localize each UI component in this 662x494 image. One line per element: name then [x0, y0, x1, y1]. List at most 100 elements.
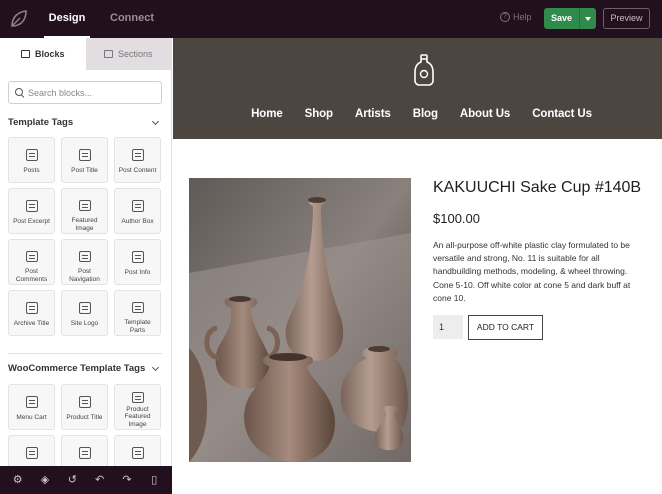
block-label: Featured Image: [71, 217, 98, 233]
post-info-icon: [131, 251, 144, 263]
price-tag-icon: [78, 447, 91, 459]
tab-connect-label: Connect: [110, 12, 154, 24]
post-content-icon: [131, 149, 144, 161]
post-excerpt-icon: [25, 200, 38, 212]
section-divider: [8, 353, 162, 354]
product-featured-image[interactable]: [189, 178, 411, 462]
nav-link-about-us[interactable]: About Us: [460, 108, 510, 120]
tab-sections[interactable]: Sections: [85, 38, 171, 70]
featured-image-icon: [78, 200, 91, 212]
sections-icon: [103, 50, 113, 58]
block-posts[interactable]: Posts: [8, 137, 55, 183]
block-product-price[interactable]: [61, 435, 108, 466]
block-label: Post Content: [118, 167, 157, 174]
cart-icon: [25, 447, 38, 459]
help-link[interactable]: ? Help: [500, 12, 532, 22]
help-circle-icon: ?: [500, 12, 510, 22]
product-title[interactable]: KAKUUCHI Sake Cup #140B: [433, 179, 641, 197]
block-post-content[interactable]: Post Content: [114, 137, 161, 183]
nav-link-contact-us[interactable]: Contact Us: [532, 108, 592, 120]
block-archive-title[interactable]: Archive Title: [8, 290, 55, 336]
block-post-navigation[interactable]: Post Navigation: [61, 239, 108, 285]
add-to-cart-button[interactable]: ADD TO CART: [468, 315, 543, 340]
block-template-parts[interactable]: Template Parts: [114, 290, 161, 336]
tab-design-label: Design: [48, 12, 86, 24]
woocommerce-tags-header[interactable]: WooCommerce Template Tags: [8, 363, 162, 374]
block-label: Product Title: [66, 414, 103, 421]
chevron-down-icon: [585, 16, 591, 21]
archive-title-icon: [25, 302, 38, 314]
product-meta-icon: [131, 447, 144, 459]
nav-link-artists[interactable]: Artists: [355, 108, 391, 120]
save-options-dropdown[interactable]: [579, 8, 596, 29]
block-label: Post Navigation: [69, 268, 100, 284]
tab-blocks[interactable]: Blocks: [0, 38, 86, 70]
menu-cart-icon: [25, 396, 38, 408]
template-tags-header[interactable]: Template Tags: [8, 117, 162, 128]
blocks-icon: [20, 50, 30, 58]
site-header[interactable]: Home Shop Artists Blog About Us Contact …: [173, 38, 662, 139]
nav-link-blog[interactable]: Blog: [413, 108, 438, 120]
block-label: Template Parts: [124, 319, 151, 335]
bottle-logo-icon: [414, 54, 434, 86]
site-logo-icon: [78, 302, 91, 314]
block-menu-cart[interactable]: Menu Cart: [8, 384, 55, 430]
product-price[interactable]: $100.00: [433, 211, 480, 226]
preview-button[interactable]: Preview: [603, 8, 650, 29]
ceramic-vases-image: [189, 178, 411, 462]
block-add-to-cart[interactable]: [8, 435, 55, 466]
quantity-input[interactable]: 1: [433, 315, 463, 339]
template-parts-icon: [131, 302, 144, 314]
block-post-excerpt[interactable]: Post Excerpt: [8, 188, 55, 234]
post-title-icon: [78, 149, 91, 161]
tab-blocks-label: Blocks: [34, 49, 65, 59]
block-post-comments[interactable]: Post Comments: [8, 239, 55, 285]
mobile-preview-icon[interactable]: ▯: [147, 473, 161, 487]
bottom-toolbar: ⚙ ◈ ↺ ↶ ↷ ▯: [0, 466, 172, 494]
search-icon: [15, 88, 24, 97]
product-featured-image-icon: [131, 392, 144, 403]
block-label: Archive Title: [13, 320, 50, 327]
page-canvas: Home Shop Artists Blog About Us Contact …: [173, 38, 662, 494]
save-button[interactable]: Save: [544, 8, 596, 29]
chevron-down-icon: [151, 363, 160, 371]
block-label: Post Title: [71, 167, 98, 174]
posts-icon: [25, 149, 38, 161]
block-post-info[interactable]: Post Info: [114, 239, 161, 285]
redo-icon[interactable]: ↷: [120, 473, 134, 487]
block-product-meta[interactable]: [114, 435, 161, 466]
block-author-box[interactable]: Author Box: [114, 188, 161, 234]
product-title-icon: [78, 396, 91, 408]
section-title: Template Tags: [8, 117, 74, 128]
top-bar: Design Connect ? Help Save Preview: [0, 0, 662, 38]
block-label: Product Featured Image: [124, 405, 151, 429]
chevron-down-icon: [151, 117, 160, 125]
help-label: Help: [513, 12, 532, 22]
block-label: Posts: [23, 167, 40, 174]
tab-design[interactable]: Design: [36, 0, 98, 38]
site-navigation: Home Shop Artists Blog About Us Contact …: [173, 108, 662, 120]
block-label: Author Box: [121, 218, 154, 225]
block-featured-image[interactable]: Featured Image: [61, 188, 108, 234]
sidebar-tabs: Blocks Sections: [0, 38, 171, 70]
block-label: Post Comments: [15, 268, 48, 284]
block-post-title[interactable]: Post Title: [61, 137, 108, 183]
block-label: Menu Cart: [16, 414, 47, 421]
block-label: Post Info: [124, 269, 151, 276]
tab-connect[interactable]: Connect: [104, 0, 160, 38]
block-product-featured-image[interactable]: Product Featured Image: [114, 384, 161, 430]
search-input[interactable]: [28, 87, 158, 98]
nav-link-shop[interactable]: Shop: [305, 108, 333, 120]
history-icon[interactable]: ↺: [65, 473, 79, 487]
sidebar: Blocks Sections Template Tags Posts Post…: [0, 38, 172, 466]
block-product-title[interactable]: Product Title: [61, 384, 108, 430]
woocommerce-tags-grid: Menu Cart Product Title Product Featured…: [8, 384, 162, 466]
author-box-icon: [131, 200, 144, 212]
layers-icon[interactable]: ◈: [38, 473, 52, 487]
nav-link-home[interactable]: Home: [251, 108, 283, 120]
product-description[interactable]: An all-purpose off-white plastic clay fo…: [433, 239, 643, 305]
save-label: Save: [550, 13, 573, 23]
undo-icon[interactable]: ↶: [93, 473, 107, 487]
block-site-logo[interactable]: Site Logo: [61, 290, 108, 336]
settings-icon[interactable]: ⚙: [11, 473, 25, 487]
